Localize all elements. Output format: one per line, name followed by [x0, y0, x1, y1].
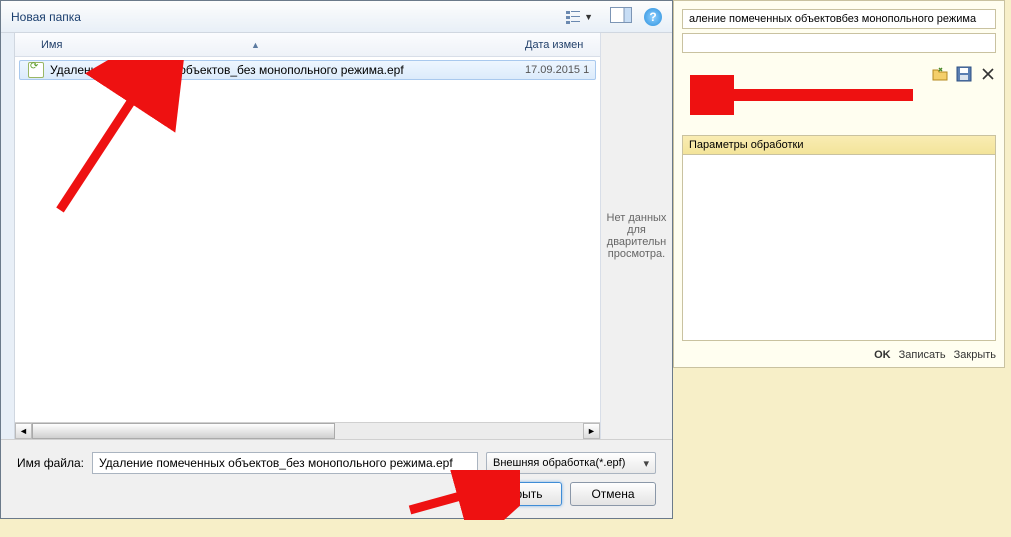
cancel-button[interactable]: Отмена — [570, 482, 656, 506]
filename-label: Имя файла: — [17, 456, 84, 470]
filename-input[interactable] — [92, 452, 478, 474]
folder-open-icon[interactable] — [932, 66, 948, 82]
scroll-left-icon[interactable]: ◄ — [15, 423, 32, 439]
dialog-nav-strip — [1, 33, 15, 439]
sort-asc-icon: ▲ — [251, 40, 260, 50]
object-title-field[interactable]: аление помеченных объектовбез монопольно… — [682, 9, 996, 29]
preview-pane-button[interactable] — [610, 7, 632, 26]
new-folder-button[interactable]: Новая папка — [11, 10, 81, 24]
help-icon[interactable]: ? — [644, 8, 662, 26]
close-icon[interactable] — [980, 66, 996, 82]
dialog-footer: Имя файла: Внешняя обработка(*.epf) Откр… — [1, 439, 672, 518]
params-panel-header: Параметры обработки — [683, 136, 995, 155]
list-icon — [565, 9, 581, 25]
preview-pane: Нет данных для дварительн просмотра. — [600, 33, 672, 439]
filetype-combobox[interactable]: Внешняя обработка(*.epf) — [486, 452, 656, 474]
chevron-down-icon: ▼ — [584, 12, 593, 22]
params-panel-body — [683, 155, 995, 340]
open-button[interactable]: Открыть — [476, 482, 562, 506]
scroll-right-icon[interactable]: ► — [583, 423, 600, 439]
file-list-header: Имя ▲ Дата измен — [15, 33, 600, 57]
column-date[interactable]: Дата измен — [525, 39, 600, 51]
background-app-window: аление помеченных объектовбез монопольно… — [673, 0, 1005, 368]
close-button[interactable]: Закрыть — [954, 349, 996, 361]
file-row[interactable]: Удаление помеченных объектов_без монопол… — [19, 60, 596, 80]
file-row-date: 17.09.2015 1 — [525, 64, 595, 76]
object-blank-field[interactable] — [682, 33, 996, 53]
file-list: Удаление помеченных объектов_без монопол… — [15, 57, 600, 422]
column-name[interactable]: Имя ▲ — [41, 39, 525, 51]
dialog-toolbar: Новая папка ▼ ? — [1, 1, 672, 33]
horizontal-scrollbar[interactable]: ◄ ► — [15, 422, 600, 439]
preview-pane-icon — [610, 7, 632, 23]
app-footer: OK Записать Закрыть — [682, 349, 996, 361]
file-open-dialog: Новая папка ▼ ? Имя ▲ Дата измен Удал — [0, 0, 673, 519]
filetype-label: Внешняя обработка(*.epf) — [493, 457, 625, 469]
scrollbar-thumb[interactable] — [32, 423, 335, 439]
params-panel: Параметры обработки — [682, 135, 996, 341]
epf-file-icon — [28, 62, 44, 78]
save-icon[interactable] — [956, 66, 972, 82]
ok-button[interactable]: OK — [874, 349, 891, 361]
view-mode-button[interactable]: ▼ — [560, 6, 598, 28]
file-row-name: Удаление помеченных объектов_без монопол… — [50, 63, 525, 77]
object-toolbar — [682, 63, 996, 85]
save-button[interactable]: Записать — [899, 349, 946, 361]
